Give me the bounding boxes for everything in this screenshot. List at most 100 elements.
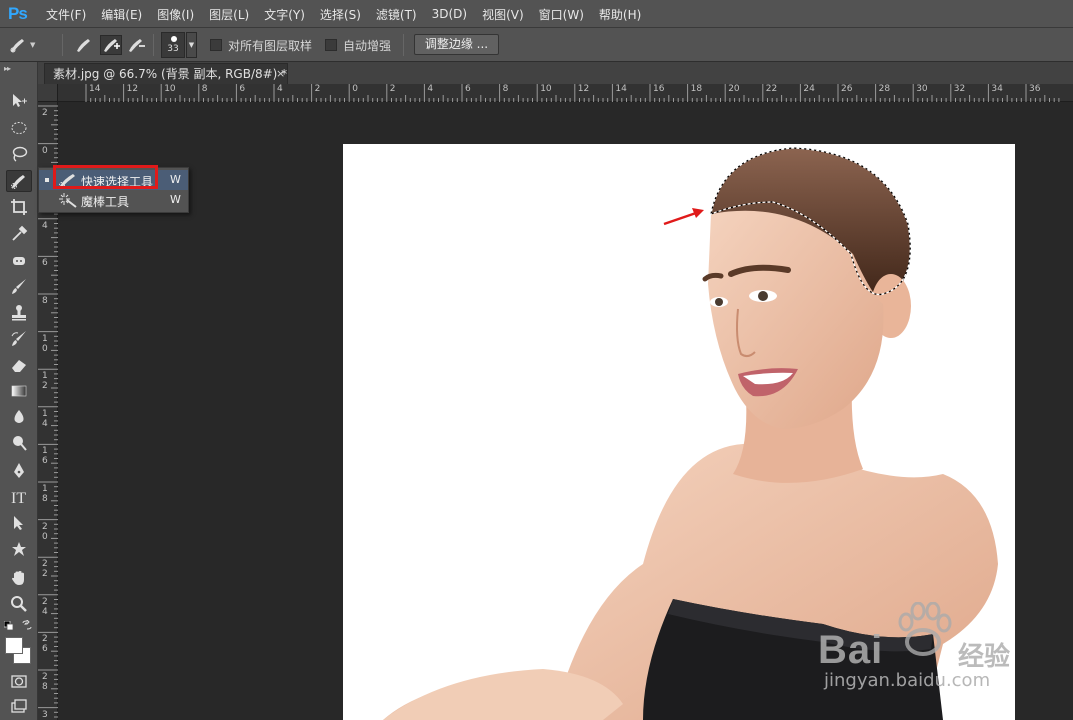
move-tool[interactable] xyxy=(6,90,32,112)
ruler-label: 1 4 xyxy=(42,408,48,429)
horizontal-ruler[interactable]: 14 12 10 8 6 4 2 0 2 4 6 8 10 12 14 16 18 20 22 24 26 28 30 32 3… xyxy=(38,84,1073,102)
history-brush-tool[interactable] xyxy=(6,328,32,350)
sample-all-layers-checkbox[interactable] xyxy=(210,39,222,51)
eraser-icon xyxy=(12,360,26,372)
crop-icon xyxy=(11,199,27,215)
clone-stamp-tool[interactable] xyxy=(6,302,32,324)
collapse-arrows-icon[interactable]: ▸▸ xyxy=(4,64,11,73)
ruler-label: 6 xyxy=(42,258,48,269)
ruler-origin[interactable] xyxy=(38,84,58,102)
ruler-label: 0 xyxy=(42,145,48,156)
ruler-label: 2 xyxy=(314,84,321,94)
menu-item[interactable]: 滤镜(T) xyxy=(376,6,417,23)
move-icon xyxy=(13,94,27,107)
sample-all-layers-option[interactable]: 对所有图层取样 xyxy=(210,35,312,55)
blur-tool[interactable] xyxy=(6,406,32,428)
type-tool[interactable]: IT xyxy=(6,486,32,508)
chevron-down-icon: ▼ xyxy=(30,41,36,49)
pen-tool[interactable] xyxy=(6,460,32,482)
brush-tool[interactable] xyxy=(6,276,32,298)
brush-icon xyxy=(12,279,26,294)
ruler-label: 16 xyxy=(653,84,665,94)
quick-mask-button[interactable] xyxy=(6,670,32,692)
hand-icon xyxy=(12,571,24,585)
menu-item[interactable]: 图层(L) xyxy=(209,6,249,23)
default-colors-icon[interactable] xyxy=(4,621,14,631)
document-tab-title: 素材.jpg @ 66.7% (背景 副本, RGB/8#) * xyxy=(53,67,288,81)
paw-icon xyxy=(898,602,952,656)
stamp-icon xyxy=(12,305,26,321)
ruler-label: 32 xyxy=(953,84,966,94)
ruler-label: 3 0 xyxy=(42,709,48,720)
custom-shape-icon xyxy=(12,542,26,556)
zoom-tool[interactable] xyxy=(6,593,32,615)
crop-tool[interactable] xyxy=(6,196,32,218)
screen-mode-icon xyxy=(11,699,27,713)
ruler-label: 1 0 xyxy=(42,333,48,354)
add-to-selection-icon xyxy=(104,39,120,52)
ruler-label: 8 xyxy=(502,84,509,94)
new-selection-button[interactable] xyxy=(74,35,94,55)
dodge-icon xyxy=(13,436,27,451)
ruler-label: 6 xyxy=(239,84,246,94)
gradient-tool[interactable] xyxy=(6,380,32,402)
ruler-label: 8 xyxy=(42,296,48,306)
ruler-label: 2 6 xyxy=(42,634,48,655)
marquee-tool[interactable] xyxy=(6,117,32,139)
menu-item[interactable]: 窗口(W) xyxy=(539,6,584,23)
history-brush-icon xyxy=(11,331,26,346)
swap-colors-icon[interactable] xyxy=(22,620,32,630)
brush-size-picker[interactable]: 33 xyxy=(161,32,185,58)
tool-preset-picker[interactable]: ▼ xyxy=(8,35,35,55)
ruler-label: 2 2 xyxy=(42,559,48,580)
lasso-tool[interactable] xyxy=(6,143,32,165)
path-select-arrow-icon xyxy=(14,516,23,530)
flyout-item-magic-wand[interactable]: 魔棒工具 W xyxy=(39,190,188,210)
ruler-label: 14 xyxy=(615,84,627,94)
eyedropper-icon xyxy=(12,225,28,241)
path-selection-tool[interactable] xyxy=(6,512,32,534)
menu-item[interactable]: 图像(I) xyxy=(157,6,194,23)
custom-shape-tool[interactable] xyxy=(6,538,32,560)
type-icon: IT xyxy=(11,490,26,506)
quick-selection-preset-icon xyxy=(10,39,24,53)
brush-picker-dropdown[interactable]: ▼ xyxy=(186,32,197,58)
menu-item[interactable]: 帮助(H) xyxy=(599,6,641,23)
add-to-selection-button[interactable] xyxy=(100,35,122,55)
subtract-selection-icon xyxy=(129,39,145,52)
magic-wand-icon xyxy=(59,193,77,208)
menu-item[interactable]: 编辑(E) xyxy=(101,6,142,23)
ruler-label: 34 xyxy=(991,84,1003,94)
auto-enhance-checkbox[interactable] xyxy=(325,39,337,51)
ruler-label: 4 xyxy=(427,84,434,94)
refine-edge-button[interactable]: 调整边缘 ... xyxy=(414,34,499,55)
quick-selection-icon xyxy=(11,175,25,189)
hand-tool[interactable] xyxy=(6,567,32,589)
menu-item[interactable]: 文件(F) xyxy=(46,6,86,23)
foreground-color-swatch[interactable] xyxy=(5,637,23,654)
document-tab[interactable]: 素材.jpg @ 66.7% (背景 副本, RGB/8#) * × xyxy=(44,63,288,84)
ruler-label: 1 6 xyxy=(42,446,48,467)
options-bar: ▼ 33 ▼ 对所有图层取样 自动增强 调整边缘 ... xyxy=(0,28,1073,62)
menu-item[interactable]: 文字(Y) xyxy=(264,6,305,23)
ruler-label: 1 2 xyxy=(42,371,48,392)
healing-brush-tool[interactable] xyxy=(6,250,32,272)
quick-selection-tool[interactable] xyxy=(6,170,32,192)
menu-item[interactable]: 3D(D) xyxy=(432,7,467,21)
menu-item[interactable]: 视图(V) xyxy=(482,6,524,23)
subtract-from-selection-button[interactable] xyxy=(126,35,146,55)
eraser-tool[interactable] xyxy=(6,354,32,376)
screen-mode-button[interactable] xyxy=(6,696,32,718)
lasso-icon xyxy=(12,146,28,162)
dodge-tool[interactable] xyxy=(6,432,32,454)
menu-item[interactable]: 选择(S) xyxy=(320,6,361,23)
auto-enhance-option[interactable]: 自动增强 xyxy=(325,35,391,55)
quick-mask-icon xyxy=(11,675,27,688)
ruler-label: 2 xyxy=(389,84,396,94)
eyedropper-tool[interactable] xyxy=(6,223,32,245)
close-icon[interactable]: × xyxy=(276,64,285,84)
watermark-url: jingyan.baidu.com xyxy=(824,670,991,691)
toolbox: ▸▸ IT xyxy=(0,62,38,720)
healing-brush-icon xyxy=(13,257,25,265)
ruler-label: 24 xyxy=(803,84,815,94)
